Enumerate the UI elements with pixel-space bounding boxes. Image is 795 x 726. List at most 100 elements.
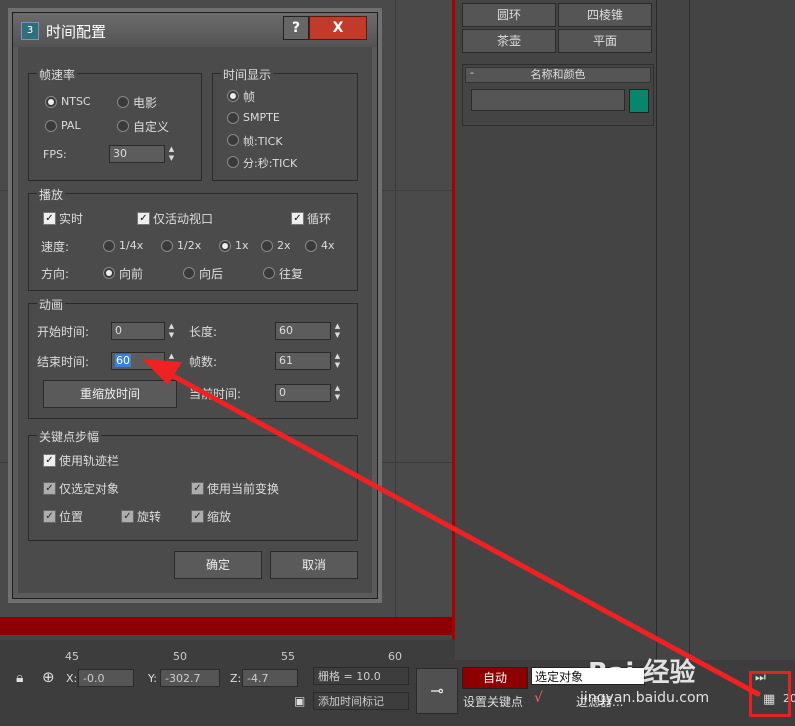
frames-label: 帧 xyxy=(243,90,256,104)
speed-option: 1/2x xyxy=(177,239,202,252)
use-current-transform-checkbox[interactable]: ✓ xyxy=(191,482,204,495)
speed-quarter-radio[interactable] xyxy=(103,240,115,252)
speed-half-radio[interactable] xyxy=(161,240,173,252)
torus-button[interactable]: 圆环 xyxy=(462,3,556,27)
mm-ss-tick-radio[interactable] xyxy=(227,156,239,168)
rescale-time-button[interactable]: 重缩放时间 xyxy=(43,380,177,408)
end-time-input[interactable]: 60 xyxy=(111,352,165,370)
realtime-label: 实时 xyxy=(59,212,84,226)
smpte-radio[interactable] xyxy=(227,112,239,124)
rollout-header[interactable]: - 名称和颜色 xyxy=(465,66,651,83)
end-time-value: 60 xyxy=(115,354,131,367)
cancel-button[interactable]: 取消 xyxy=(270,551,358,579)
frame-count-spinner[interactable]: 61 ▲ ▼ xyxy=(275,352,345,370)
current-time-spinner[interactable]: 0 ▲ ▼ xyxy=(275,384,345,402)
length-label: 长度: xyxy=(189,325,218,339)
length-spinner[interactable]: 60 ▲ ▼ xyxy=(275,322,345,340)
custom-radio[interactable] xyxy=(117,120,129,132)
spinner-arrows-icon[interactable]: ▲ ▼ xyxy=(167,352,176,370)
auto-key-button[interactable]: 自动 xyxy=(462,667,528,689)
spinner-arrows-icon[interactable]: ▲ ▼ xyxy=(167,322,176,340)
realtime-checkbox[interactable]: ✓ xyxy=(43,212,56,225)
time-tag-icon: ▣ xyxy=(294,694,306,708)
group-title: 时间显示 xyxy=(221,66,274,83)
group-title: 动画 xyxy=(37,296,66,313)
active-viewport-checkbox[interactable]: ✓ xyxy=(137,212,150,225)
ntsc-radio[interactable] xyxy=(45,96,57,108)
film-label: 电影 xyxy=(133,96,158,110)
rotation-checkbox[interactable]: ✓ xyxy=(121,510,134,523)
key-steps-group: 关键点步幅 ✓ 使用轨迹栏 ✓ 仅选定对象 ✓ 使用当前变换 ✓ 位置 ✓ 旋转… xyxy=(28,428,358,541)
object-color-swatch[interactable] xyxy=(629,89,649,113)
pal-label: PAL xyxy=(61,119,81,132)
group-title: 关键点步幅 xyxy=(37,428,102,445)
viewport-active-border xyxy=(0,617,455,635)
x-coord-field[interactable]: -0.0 xyxy=(78,669,134,687)
speed-option: 2x xyxy=(277,239,291,252)
frame-count-input[interactable]: 61 xyxy=(275,352,331,370)
speed-option: 1x xyxy=(235,239,249,252)
end-time-spinner[interactable]: 60 ▲ ▼ xyxy=(111,352,181,370)
y-coord-field[interactable]: -302.7 xyxy=(160,669,220,687)
collapse-icon: - xyxy=(470,66,474,79)
ntsc-label: NTSC xyxy=(61,95,91,108)
z-coord-field[interactable]: -4.7 xyxy=(242,669,298,687)
selected-only-checkbox[interactable]: ✓ xyxy=(43,482,56,495)
dialog-titlebar[interactable]: 3 时间配置 ? X xyxy=(13,13,377,47)
speed-4x-radio[interactable] xyxy=(305,240,317,252)
ok-button[interactable]: 确定 xyxy=(174,551,262,579)
pal-radio[interactable] xyxy=(45,120,57,132)
speed-option: 4x xyxy=(321,239,335,252)
film-radio[interactable] xyxy=(117,96,129,108)
length-input[interactable]: 60 xyxy=(275,322,331,340)
transform-mode-icon[interactable]: ⊕ xyxy=(42,668,55,686)
loop-checkbox[interactable]: ✓ xyxy=(291,212,304,225)
position-checkbox[interactable]: ✓ xyxy=(43,510,56,523)
scale-checkbox[interactable]: ✓ xyxy=(191,510,204,523)
object-name-input[interactable] xyxy=(471,89,625,111)
start-time-spinner[interactable]: 0 ▲ ▼ xyxy=(111,322,181,340)
viewport-active-border xyxy=(452,0,455,660)
panel-divider xyxy=(656,0,657,660)
x-label: X: xyxy=(66,672,78,685)
close-button[interactable]: X xyxy=(309,16,367,40)
fps-spinner[interactable]: 30 ▲ ▼ xyxy=(109,145,179,163)
current-time-input[interactable]: 0 xyxy=(275,384,331,402)
timeline-ruler[interactable]: 45 50 55 60 xyxy=(0,640,455,663)
teapot-button[interactable]: 茶壶 xyxy=(462,29,556,53)
ping-pong-radio[interactable] xyxy=(263,267,275,279)
frame-tick-radio[interactable] xyxy=(227,134,239,146)
rollout-title: 名称和颜色 xyxy=(530,68,586,81)
forward-radio[interactable] xyxy=(103,267,115,279)
highlight-box xyxy=(749,671,791,717)
speed-1x-radio[interactable] xyxy=(219,240,231,252)
forward-label: 向前 xyxy=(119,267,144,281)
spinner-arrows-icon[interactable]: ▲ ▼ xyxy=(333,384,342,402)
plane-button[interactable]: 平面 xyxy=(558,29,652,53)
loop-label: 循环 xyxy=(307,212,332,226)
fps-label: FPS: xyxy=(43,148,67,161)
curve-icon[interactable]: √ xyxy=(534,690,543,706)
reverse-radio[interactable] xyxy=(183,267,195,279)
help-button[interactable]: ? xyxy=(283,16,309,40)
add-time-tag[interactable]: 添加时间标记 xyxy=(313,692,409,710)
spinner-arrows-icon[interactable]: ▲ ▼ xyxy=(333,322,342,340)
spinner-arrows-icon[interactable]: ▲ ▼ xyxy=(167,145,176,163)
ping-pong-label: 往复 xyxy=(279,267,304,281)
fps-input[interactable]: 30 xyxy=(109,145,165,163)
watermark: Bai 经验 xyxy=(588,658,696,688)
pyramid-button[interactable]: 四棱锥 xyxy=(558,3,652,27)
use-trackbar-label: 使用轨迹栏 xyxy=(59,454,120,468)
start-time-input[interactable]: 0 xyxy=(111,322,165,340)
speed-2x-radio[interactable] xyxy=(261,240,273,252)
frame-rate-group: 帧速率 NTSC 电影 PAL 自定义 FPS: 30 ▲ ▼ xyxy=(28,66,202,181)
use-trackbar-checkbox[interactable]: ✓ xyxy=(43,454,56,467)
spinner-arrows-icon[interactable]: ▲ ▼ xyxy=(333,352,342,370)
end-time-label: 结束时间: xyxy=(37,355,90,369)
speed-option: 1/4x xyxy=(119,239,144,252)
key-icon[interactable]: ⊸ xyxy=(416,668,458,714)
frames-radio[interactable] xyxy=(227,90,239,102)
lock-icon[interactable]: 🔒︎ xyxy=(16,670,23,686)
watermark-url: jingyan.baidu.com xyxy=(580,690,710,706)
set-key-button[interactable]: 设置关键点 xyxy=(463,693,523,710)
